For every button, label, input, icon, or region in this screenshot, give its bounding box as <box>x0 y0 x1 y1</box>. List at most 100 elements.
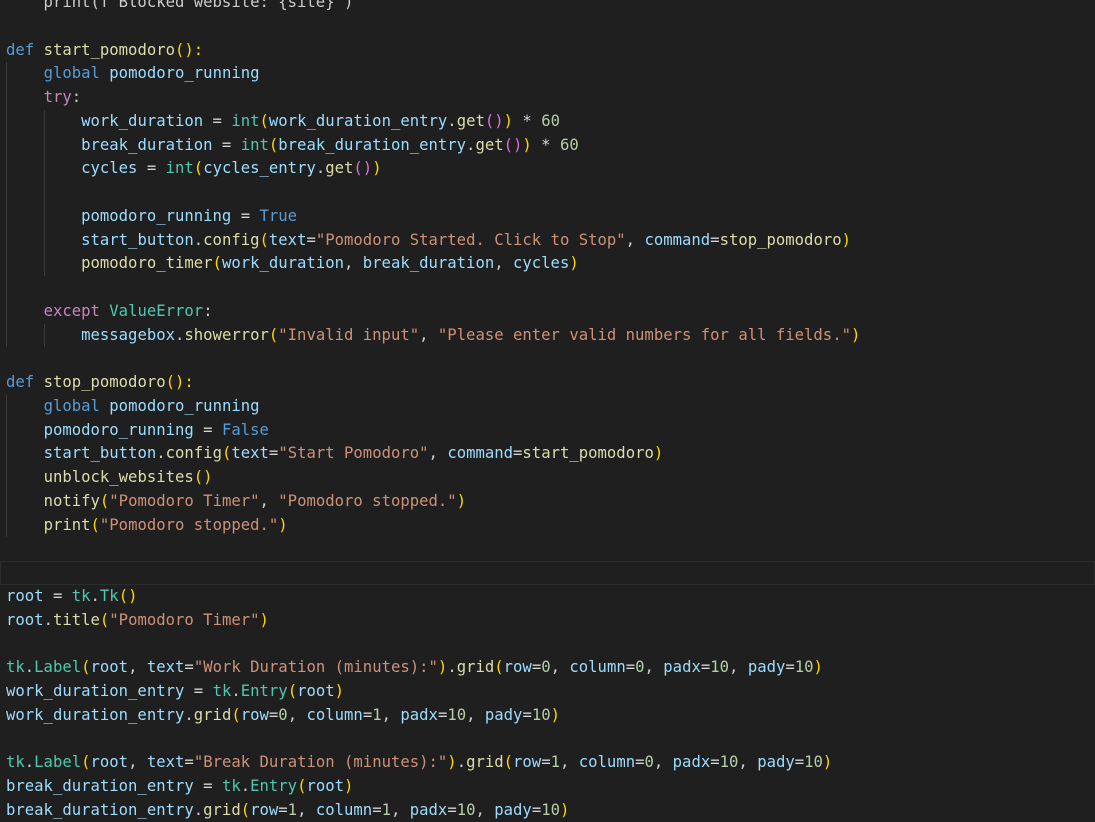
code-editor[interactable]: print(f"Blocked website: {site}") def sta… <box>0 0 1095 822</box>
code-token: = <box>701 658 710 676</box>
code-line[interactable]: cycles = int(cycles_entry.get()) <box>0 157 1095 181</box>
code-line[interactable]: pomodoro_timer(work_duration, break_dura… <box>0 252 1095 276</box>
code-line[interactable]: except ValueError: <box>0 300 1095 324</box>
code-token: = <box>44 587 72 605</box>
code-line[interactable] <box>0 347 1095 371</box>
code-token: root <box>91 658 129 676</box>
code-token: True <box>260 207 298 225</box>
code-token: grid <box>466 753 504 771</box>
code-line[interactable]: break_duration_entry = tk.Entry(root) <box>0 775 1095 799</box>
code-token: ( <box>494 658 503 676</box>
code-line[interactable] <box>0 632 1095 656</box>
code-line[interactable]: global pomodoro_running <box>0 395 1095 419</box>
code-line[interactable]: pomodoro_running = True <box>0 205 1095 229</box>
code-token: , <box>738 753 757 771</box>
code-token: ( <box>100 611 109 629</box>
code-token: break_duration_entry <box>6 777 194 795</box>
code-line[interactable]: messagebox.showerror("Invalid input", "P… <box>0 324 1095 348</box>
code-token: grid <box>194 706 232 724</box>
code-token: . <box>457 753 466 771</box>
code-token: = <box>269 444 278 462</box>
code-token: . <box>316 159 325 177</box>
code-token: 10 <box>804 753 823 771</box>
code-line[interactable]: print("Pomodoro stopped.") <box>0 514 1095 538</box>
code-token: stop_pomodoro <box>44 373 166 391</box>
code-token: command <box>644 231 710 249</box>
code-token: root <box>297 682 335 700</box>
code-token: get <box>457 112 485 130</box>
code-line[interactable]: unblock_websites() <box>0 466 1095 490</box>
code-token: column <box>579 753 635 771</box>
code-token: "Pomodoro stopped." <box>278 492 456 510</box>
code-line[interactable] <box>0 727 1095 751</box>
code-token: . <box>194 801 203 819</box>
code-token: = <box>785 658 794 676</box>
code-token: padx <box>663 658 701 676</box>
code-token: , <box>344 254 363 272</box>
indent-guide <box>6 157 7 181</box>
code-token: : <box>72 88 81 106</box>
code-line[interactable]: def stop_pomodoro(): <box>0 371 1095 395</box>
code-token <box>100 64 109 82</box>
code-token: pady <box>748 658 786 676</box>
code-token: . <box>447 658 456 676</box>
code-token: "Pomodoro stopped." <box>100 516 278 534</box>
code-line[interactable]: start_button.config(text="Start Pomodoro… <box>0 442 1095 466</box>
code-token: tk <box>72 587 91 605</box>
code-token: , <box>551 658 570 676</box>
indent-guide <box>6 62 7 86</box>
code-token: text <box>231 444 269 462</box>
code-token: , <box>626 231 645 249</box>
code-line[interactable]: break_duration_entry.grid(row=1, column=… <box>0 799 1095 822</box>
code-token: ValueError <box>109 302 203 320</box>
code-token: start_pomodoro <box>522 444 653 462</box>
code-line[interactable]: break_duration = int(break_duration_entr… <box>0 134 1095 158</box>
code-line[interactable]: work_duration = int(work_duration_entry.… <box>0 110 1095 134</box>
code-token: = <box>184 753 193 771</box>
indent-guide <box>6 490 7 514</box>
code-line[interactable]: root.title("Pomodoro Timer") <box>0 609 1095 633</box>
code-line[interactable]: pomodoro_running = False <box>0 419 1095 443</box>
code-line[interactable]: start_button.config(text="Pomodoro Start… <box>0 229 1095 253</box>
code-line[interactable]: work_duration_entry.grid(row=0, column=1… <box>0 704 1095 728</box>
code-line[interactable] <box>0 15 1095 39</box>
indent-guide <box>44 205 45 229</box>
code-line[interactable]: notify("Pomodoro Timer", "Pomodoro stopp… <box>0 490 1095 514</box>
code-token: text <box>269 231 307 249</box>
code-line[interactable]: def start_pomodoro(): <box>0 39 1095 63</box>
code-token: Label <box>34 658 81 676</box>
code-line[interactable]: root = tk.Tk() <box>0 585 1095 609</box>
code-token: () <box>485 112 504 130</box>
code-line[interactable]: work_duration_entry = tk.Entry(root) <box>0 680 1095 704</box>
code-token: pady <box>757 753 795 771</box>
code-line[interactable]: try: <box>0 86 1095 110</box>
code-token: ) <box>335 682 344 700</box>
code-line[interactable]: global pomodoro_running <box>0 62 1095 86</box>
code-token: 1 <box>551 753 560 771</box>
code-token: root <box>306 777 344 795</box>
code-token: ) <box>569 254 578 272</box>
code-token: = <box>194 421 222 439</box>
code-token: ( <box>269 326 278 344</box>
code-token: command <box>447 444 513 462</box>
code-token: = <box>194 777 222 795</box>
current-line[interactable] <box>0 561 1095 585</box>
code-token: = <box>278 801 287 819</box>
code-token: = <box>532 658 541 676</box>
indent-guide <box>44 134 45 158</box>
code-line[interactable]: tk.Label(root, text="Break Duration (min… <box>0 751 1095 775</box>
indent-guide <box>6 466 7 490</box>
code-line[interactable] <box>0 181 1095 205</box>
code-line[interactable] <box>0 537 1095 561</box>
code-line[interactable]: tk.Label(root, text="Work Duration (minu… <box>0 656 1095 680</box>
code-token: 0 <box>278 706 287 724</box>
code-token: "Start Pomodoro" <box>278 444 428 462</box>
indent-guide <box>6 395 7 419</box>
indent-guide <box>6 205 7 229</box>
code-line[interactable]: print(f"Blocked website: {site}") <box>0 0 1095 15</box>
indent-guide <box>6 86 7 110</box>
code-token: * <box>513 112 541 130</box>
code-line[interactable] <box>0 276 1095 300</box>
code-token: () <box>504 136 523 154</box>
code-token: , <box>128 658 147 676</box>
